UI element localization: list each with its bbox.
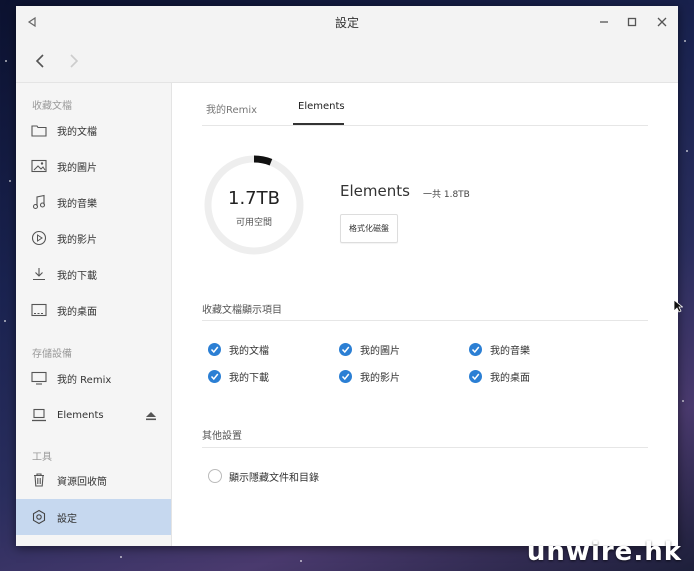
sidebar-item-settings[interactable]: 設定 [16,499,171,535]
checkbox-documents[interactable]: 我的文檔 [208,342,269,357]
sidebar-item-label: Elements [57,409,104,421]
favorites-section-title: 收藏文檔顯示項目 [202,305,282,316]
sidebar-item-label: 我的音樂 [57,198,97,210]
sidebar-item-label: 我的圖片 [57,162,97,174]
sidebar-item-label: 設定 [57,513,77,525]
sidebar-item-music[interactable]: 我的音樂 [16,184,171,220]
sidebar-section-favorites: 收藏文檔 [32,101,72,112]
checkbox-label: 我的文檔 [229,346,269,357]
format-disk-button[interactable]: 格式化磁盤 [340,214,398,243]
sidebar-item-desktop[interactable]: 我的桌面 [16,292,171,328]
checkbox-label: 我的影片 [360,373,400,384]
monitor-icon [31,370,47,386]
check-icon [339,370,352,383]
check-icon [339,343,352,356]
sidebar-item-pictures[interactable]: 我的圖片 [16,148,171,184]
checkbox-videos[interactable]: 我的影片 [339,369,400,384]
device-name: Elements [340,182,410,200]
section-divider [202,320,648,321]
navigation-bar [16,38,678,83]
checkbox-music[interactable]: 我的音樂 [469,342,530,357]
device-total: 一共 1.8TB [423,190,470,200]
checkbox-pictures[interactable]: 我的圖片 [339,342,400,357]
close-icon[interactable] [652,12,672,32]
window-title: 設定 [334,16,359,30]
section-divider [202,447,648,448]
available-space-value: 1.7TB [228,188,280,209]
sidebar-item-downloads[interactable]: 我的下載 [16,256,171,292]
settings-icon [31,509,47,525]
back-button[interactable] [29,50,51,72]
checkbox-label: 我的音樂 [490,346,530,357]
tab-my-remix[interactable]: 我的Remix [206,101,257,116]
sidebar-item-elements[interactable]: Elements [16,397,171,433]
available-space-label: 可用空間 [235,218,272,228]
title-bar: 設定 [16,6,678,38]
music-icon [31,194,47,210]
sidebar-item-label: 我的文檔 [57,126,97,138]
sidebar-item-label: 資源回收筒 [57,476,107,488]
sidebar-item-label: 我的影片 [57,234,97,246]
download-icon [31,266,47,282]
video-icon [31,230,47,246]
drive-icon [31,407,47,423]
mouse-cursor-icon [673,298,684,317]
forward-button[interactable] [63,50,85,72]
tab-divider [202,125,648,126]
sidebar-item-trash[interactable]: 資源回收筒 [16,462,171,498]
desktop-icon [31,302,47,318]
checkbox-desktop[interactable]: 我的桌面 [469,369,530,384]
sidebar-section-tools: 工具 [32,452,52,463]
folder-icon [31,122,47,138]
check-icon [469,343,482,356]
sidebar-item-label: 我的下載 [57,270,97,282]
show-hidden-radio[interactable] [208,469,222,483]
checkbox-label: 我的圖片 [360,346,400,357]
eject-icon[interactable] [145,406,157,425]
other-section-title: 其他設置 [202,431,242,442]
check-icon [469,370,482,383]
sidebar-section-devices: 存儲設備 [32,349,72,360]
checkbox-label: 我的下載 [229,373,269,384]
sidebar-item-remix[interactable]: 我的 Remix [16,360,171,396]
checkbox-label: 我的桌面 [490,373,530,384]
active-tab-indicator [293,123,344,125]
sidebar-item-label: 我的 Remix [57,374,112,386]
sidebar-item-videos[interactable]: 我的影片 [16,220,171,256]
show-hidden-label: 顯示隱藏文件和目錄 [229,473,319,484]
maximize-icon[interactable] [622,12,642,32]
settings-window: 設定 收藏文檔 我的文檔 我的圖片 我的音樂 我的影片 我的下載 我的桌面 存儲… [16,6,678,546]
image-icon [31,158,47,174]
sidebar: 收藏文檔 我的文檔 我的圖片 我的音樂 我的影片 我的下載 我的桌面 存儲設備 … [16,83,172,546]
check-icon [208,370,221,383]
watermark: unwire.hk [526,537,682,567]
settings-content: 我的Remix Elements 1.7TB 可用空間 Elements 一共 … [172,83,678,546]
trash-icon [31,472,47,488]
sidebar-item-label: 我的桌面 [57,306,97,318]
check-icon [208,343,221,356]
checkbox-downloads[interactable]: 我的下載 [208,369,269,384]
sidebar-item-documents[interactable]: 我的文檔 [16,112,171,148]
minimize-icon[interactable] [594,12,614,32]
tab-elements[interactable]: Elements [298,101,345,112]
